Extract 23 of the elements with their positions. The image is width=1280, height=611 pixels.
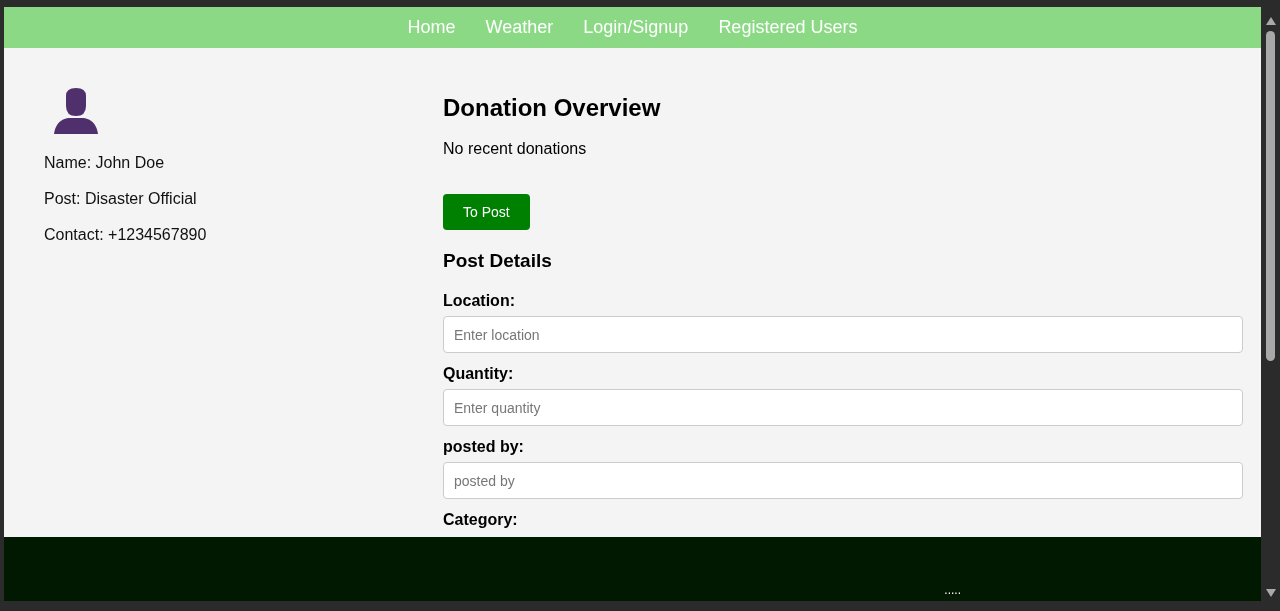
to-post-button[interactable]: To Post	[443, 194, 530, 230]
input-field[interactable]: Enter location	[443, 316, 1243, 353]
donation-message: No recent donations	[443, 140, 588, 158]
section-title: Donation Overview	[443, 94, 662, 122]
field-label: Location:	[443, 292, 516, 310]
input-field[interactable]: Enter quantity	[443, 389, 1243, 426]
footer-text: .....	[944, 583, 961, 597]
nav-link[interactable]: Home	[407, 17, 456, 38]
field-label: Category:	[443, 511, 519, 529]
avatar-icon	[52, 86, 100, 134]
field-label: posted by:	[443, 438, 525, 456]
scroll-up-icon[interactable]	[1265, 17, 1276, 25]
form-title: Post Details	[443, 250, 553, 272]
field-label: Quantity:	[443, 365, 515, 383]
nav-link[interactable]: Login/Signup	[583, 17, 689, 38]
scroll-down-icon[interactable]	[1265, 589, 1276, 597]
scrollbar-thumb[interactable]	[1266, 31, 1275, 361]
nav-link[interactable]: Weather	[485, 17, 554, 38]
profile-detail: Contact: +1234567890	[44, 226, 208, 244]
input-field[interactable]: posted by	[443, 462, 1243, 499]
profile-detail: Name: John Doe	[44, 154, 166, 172]
profile-detail: Post: Disaster Official	[44, 190, 198, 208]
nav-link[interactable]: Registered Users	[718, 17, 858, 38]
